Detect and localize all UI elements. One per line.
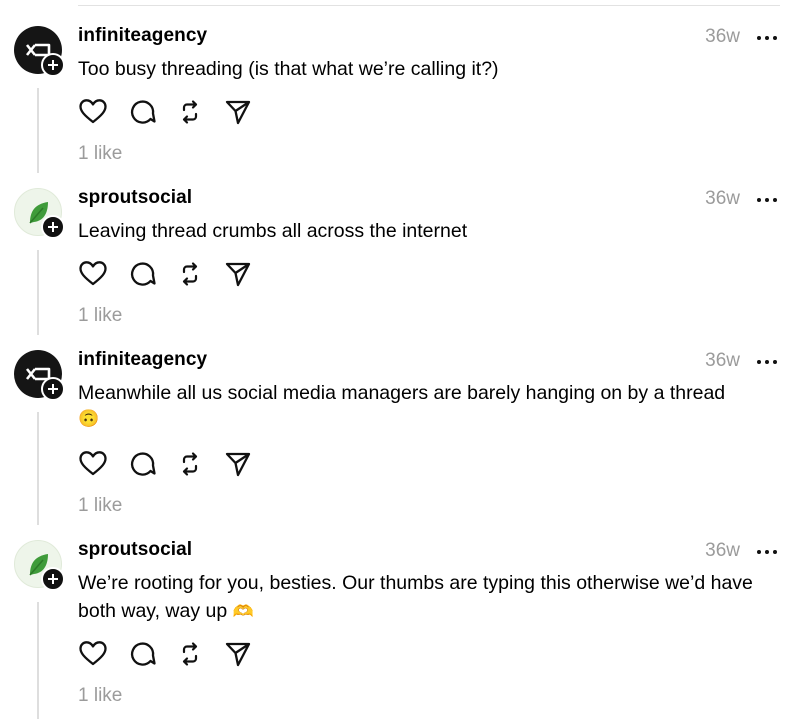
- repost-arrows-icon[interactable]: [175, 640, 205, 668]
- comment-bubble-icon[interactable]: [128, 450, 158, 478]
- more-options-icon[interactable]: [757, 550, 777, 556]
- follow-plus-icon[interactable]: [41, 53, 65, 77]
- post-actions: [78, 450, 268, 478]
- post-time[interactable]: 36w: [705, 26, 740, 48]
- send-paper-plane-icon[interactable]: [223, 98, 253, 126]
- upside-down-face-emoji: 🙃: [78, 409, 100, 428]
- more-options-icon[interactable]: [757, 198, 777, 204]
- like-count[interactable]: 1 like: [78, 305, 122, 327]
- post-text-content: Meanwhile all us social media managers a…: [78, 382, 726, 404]
- thread-line: [37, 250, 39, 335]
- username[interactable]: sproutsocial: [78, 187, 192, 209]
- post-text: Too busy threading (is that what we’re c…: [78, 55, 778, 83]
- repost-arrows-icon[interactable]: [175, 260, 205, 288]
- post-actions: [78, 260, 268, 288]
- post-text-content: Too busy threading (is that what we’re c…: [78, 58, 499, 80]
- send-paper-plane-icon[interactable]: [223, 260, 253, 288]
- like-count[interactable]: 1 like: [78, 685, 122, 707]
- thread-line: [37, 602, 39, 719]
- comment-bubble-icon[interactable]: [128, 260, 158, 288]
- thread-line: [37, 88, 39, 173]
- heart-icon[interactable]: [78, 450, 108, 478]
- username[interactable]: infiniteagency: [78, 25, 207, 47]
- post-actions: [78, 640, 268, 668]
- post-text: Meanwhile all us social media managers a…: [78, 379, 778, 407]
- more-options-icon[interactable]: [757, 360, 777, 366]
- comment-bubble-icon[interactable]: [128, 640, 158, 668]
- post-time[interactable]: 36w: [705, 188, 740, 210]
- like-count[interactable]: 1 like: [78, 143, 122, 165]
- post-actions: [78, 98, 268, 126]
- send-paper-plane-icon[interactable]: [223, 450, 253, 478]
- follow-plus-icon[interactable]: [41, 567, 65, 591]
- send-paper-plane-icon[interactable]: [223, 640, 253, 668]
- heart-icon[interactable]: [78, 260, 108, 288]
- post-text-content: We’re rooting for you, besties. Our thum…: [78, 572, 753, 622]
- more-options-icon[interactable]: [757, 36, 777, 42]
- post-text: Leaving thread crumbs all across the int…: [78, 217, 778, 245]
- username[interactable]: infiniteagency: [78, 349, 207, 371]
- username[interactable]: sproutsocial: [78, 539, 192, 561]
- post-time[interactable]: 36w: [705, 540, 740, 562]
- thread-line: [37, 412, 39, 525]
- follow-plus-icon[interactable]: [41, 377, 65, 401]
- repost-arrows-icon[interactable]: [175, 98, 205, 126]
- post-text: We’re rooting for you, besties. Our thum…: [78, 569, 768, 625]
- repost-arrows-icon[interactable]: [175, 450, 205, 478]
- follow-plus-icon[interactable]: [41, 215, 65, 239]
- comment-bubble-icon[interactable]: [128, 98, 158, 126]
- heart-icon[interactable]: [78, 640, 108, 668]
- heart-icon[interactable]: [78, 98, 108, 126]
- heart-hands-emoji: 🫶: [232, 602, 254, 621]
- post-text-content: Leaving thread crumbs all across the int…: [78, 220, 468, 242]
- post-time[interactable]: 36w: [705, 350, 740, 372]
- top-divider: [78, 5, 780, 6]
- like-count[interactable]: 1 like: [78, 495, 122, 517]
